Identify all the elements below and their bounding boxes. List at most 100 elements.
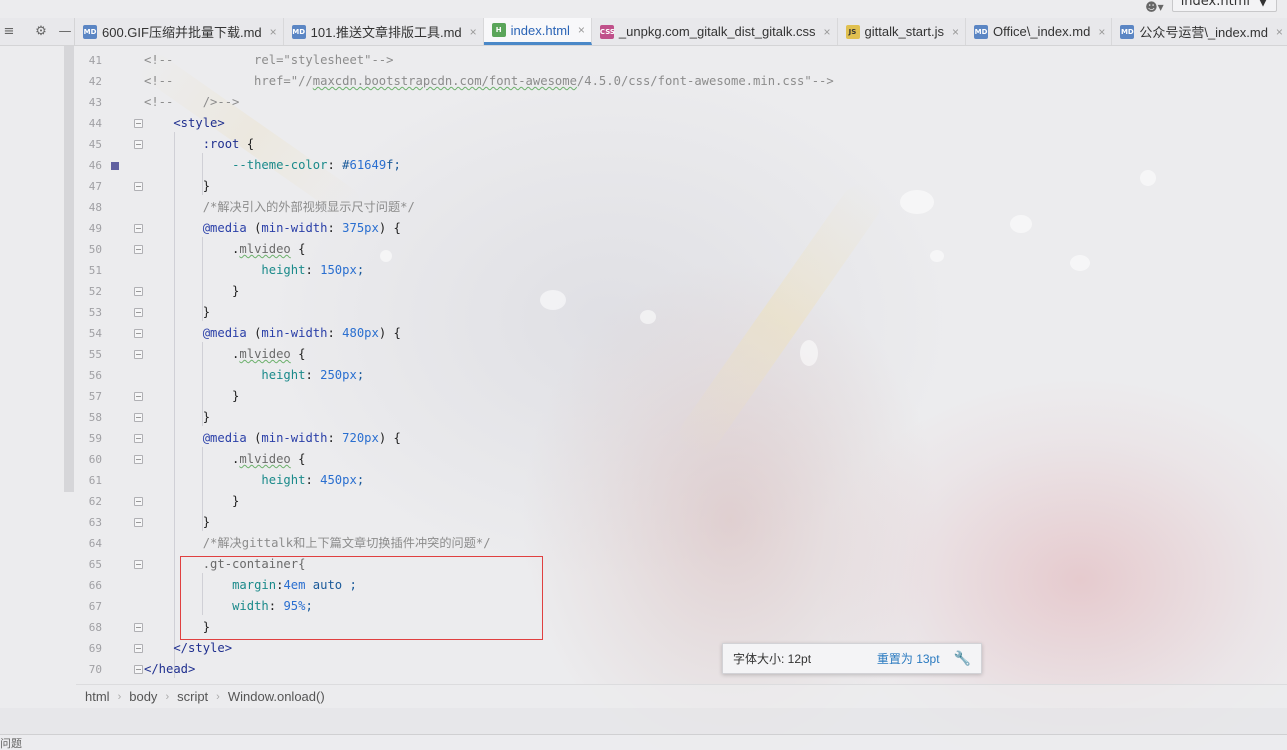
- code-line[interactable]: 55 .mlvideo {: [76, 344, 1276, 365]
- fold-toggle-icon[interactable]: [134, 413, 143, 422]
- code-text: }: [144, 179, 211, 193]
- reset-font-size-link[interactable]: 重置为 13pt: [877, 650, 940, 667]
- tab-label: _unpkg.com_gitalk_dist_gitalk.css: [618, 24, 816, 39]
- run-config-dropdown[interactable]: index.html ▼: [1171, 0, 1277, 12]
- code-line[interactable]: 59 @media (min-width: 720px) {: [76, 428, 1276, 449]
- breadcrumb-html[interactable]: html: [85, 689, 110, 704]
- code-line[interactable]: 56 height: 250px;: [76, 365, 1276, 386]
- code-line[interactable]: 63 }: [76, 512, 1276, 533]
- tab-2[interactable]: Hindex.html ×: [483, 18, 592, 45]
- wrench-icon[interactable]: 🔧: [954, 650, 971, 667]
- code-text: /*解决引入的外部视频显示尺寸问题*/: [144, 200, 415, 214]
- tab-label: Office\_index.md: [993, 24, 1091, 39]
- code-text: <!-- href="//maxcdn.bootstrapcdn.com/fon…: [144, 74, 834, 88]
- code-line[interactable]: 58 }: [76, 407, 1276, 428]
- code-line[interactable]: 57 }: [76, 386, 1276, 407]
- breadcrumb-window-onload[interactable]: Window.onload(): [228, 689, 325, 704]
- fold-toggle-icon[interactable]: [134, 308, 143, 317]
- code-line[interactable]: 61 height: 450px;: [76, 470, 1276, 491]
- line-number: 63: [88, 516, 102, 529]
- fold-toggle-icon[interactable]: [134, 455, 143, 464]
- fold-toggle-icon[interactable]: [134, 518, 143, 527]
- code-line[interactable]: 41 <!-- rel="stylesheet"-->: [76, 50, 1276, 71]
- color-swatch-icon: [111, 162, 119, 170]
- tab-6[interactable]: MD 公众号运营\_index.md ×: [1112, 18, 1287, 45]
- code-text: }: [144, 410, 211, 424]
- line-number: 44: [88, 117, 102, 130]
- minimize-icon[interactable]: —: [56, 24, 74, 39]
- tab-3[interactable]: CSS _unpkg.com_gitalk_dist_gitalk.css ×: [592, 18, 838, 45]
- line-number: 69: [88, 642, 102, 655]
- code-line[interactable]: 69 </style>: [76, 638, 1276, 659]
- code-text: :root {: [202, 137, 255, 151]
- fold-toggle-icon[interactable]: [134, 245, 143, 254]
- code-line[interactable]: 54 @media (min-width: 480px) {: [76, 323, 1276, 344]
- css-file-icon: CSS: [599, 24, 615, 39]
- tab-0[interactable]: MD 600.GIF压缩并批量下载.md ×: [75, 18, 284, 45]
- fold-toggle-icon[interactable]: [134, 119, 143, 128]
- code-line[interactable]: 53 }: [76, 302, 1276, 323]
- problems-tool-label[interactable]: 问题: [0, 738, 22, 750]
- fold-toggle-icon[interactable]: [134, 182, 143, 191]
- fold-toggle-icon[interactable]: [134, 497, 143, 506]
- breadcrumb: html › body › script › Window.onload(): [76, 684, 1287, 708]
- collapse-icon[interactable]: ≡: [0, 24, 18, 39]
- code-line[interactable]: 50 .mlvideo {: [76, 239, 1276, 260]
- line-number: 68: [88, 621, 102, 634]
- tab-1[interactable]: MD 101.推送文章排版工具.md ×: [284, 18, 484, 45]
- tab-5[interactable]: MD Office\_index.md ×: [966, 18, 1113, 45]
- code-line[interactable]: 52 }: [76, 281, 1276, 302]
- gear-icon[interactable]: ⚙: [32, 24, 50, 39]
- code-line[interactable]: 46 --theme-color: #61649f;: [76, 155, 1276, 176]
- close-icon[interactable]: ×: [1098, 25, 1105, 39]
- breadcrumb-body[interactable]: body: [129, 689, 157, 704]
- fold-toggle-icon[interactable]: [134, 623, 143, 632]
- fold-toggle-icon[interactable]: [134, 329, 143, 338]
- fold-toggle-icon[interactable]: [134, 350, 143, 359]
- close-icon[interactable]: ×: [578, 23, 585, 37]
- fold-toggle-icon[interactable]: [134, 140, 143, 149]
- code-line[interactable]: 45 :root {: [76, 134, 1276, 155]
- code-line[interactable]: 42 <!-- href="//maxcdn.bootstrapcdn.com/f…: [76, 71, 1276, 92]
- close-icon[interactable]: ×: [952, 25, 959, 39]
- code-text: .mlvideo {: [144, 242, 306, 256]
- fold-toggle-icon[interactable]: [134, 644, 143, 653]
- close-icon[interactable]: ×: [1276, 25, 1283, 39]
- scrollbar[interactable]: [64, 46, 74, 492]
- line-number: 65: [88, 558, 102, 571]
- fold-toggle-icon[interactable]: [134, 434, 143, 443]
- user-icon[interactable]: ☻▾: [1145, 0, 1164, 14]
- close-icon[interactable]: ×: [470, 25, 477, 39]
- line-number: 67: [88, 600, 102, 613]
- breadcrumb-script[interactable]: script: [177, 689, 208, 704]
- fold-toggle-icon[interactable]: [134, 665, 143, 674]
- tab-4[interactable]: JS gittalk_start.js ×: [838, 18, 966, 45]
- code-line[interactable]: 70 </head>: [76, 659, 1276, 680]
- line-number: 43: [88, 96, 102, 109]
- fold-toggle-icon[interactable]: [134, 224, 143, 233]
- fold-toggle-icon[interactable]: [134, 287, 143, 296]
- code-line[interactable]: 62 }: [76, 491, 1276, 512]
- line-number: 54: [88, 327, 102, 340]
- code-line[interactable]: 51 height: 150px;: [76, 260, 1276, 281]
- fold-toggle-icon[interactable]: [134, 392, 143, 401]
- status-bar: 问题: [0, 734, 1287, 750]
- chevron-right-icon: ›: [117, 690, 122, 703]
- code-line[interactable]: 43 <!-- />-->: [76, 92, 1276, 113]
- close-icon[interactable]: ×: [270, 25, 277, 39]
- code-line[interactable]: 48 /*解决引入的外部视频显示尺寸问题*/: [76, 197, 1276, 218]
- fold-toggle-icon[interactable]: [134, 560, 143, 569]
- code-line[interactable]: 44 <style>: [76, 113, 1276, 134]
- line-number: 62: [88, 495, 102, 508]
- code-line[interactable]: 47 }: [76, 176, 1276, 197]
- tab-label: gittalk_start.js: [864, 24, 944, 39]
- close-icon[interactable]: ×: [823, 25, 830, 39]
- code-text: --theme-color: #61649f;: [232, 158, 401, 172]
- code-text: @media (min-width: 480px) {: [202, 326, 401, 340]
- code-line[interactable]: 60 .mlvideo {: [76, 449, 1276, 470]
- code-text: height: 150px;: [261, 263, 365, 277]
- line-number: 46: [88, 159, 102, 172]
- code-line[interactable]: 49 @media (min-width: 375px) {: [76, 218, 1276, 239]
- code-line[interactable]: 64 /*解决gittalk和上下篇文章切换插件冲突的问题*/: [76, 533, 1276, 554]
- line-number: 51: [88, 264, 102, 277]
